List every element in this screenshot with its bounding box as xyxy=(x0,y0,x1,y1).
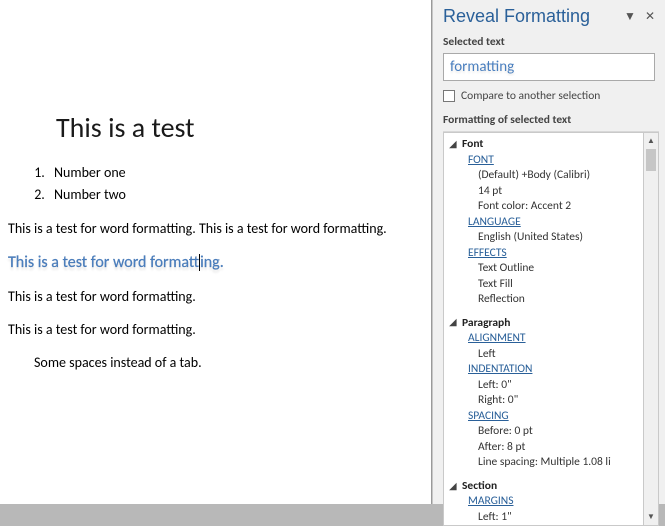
list-item[interactable]: Number one xyxy=(48,163,423,183)
indentation-link[interactable]: INDENTATION xyxy=(448,362,643,378)
font-link[interactable]: FONT xyxy=(448,153,643,169)
scroll-down-icon[interactable]: ▼ xyxy=(644,509,658,525)
numbered-list[interactable]: Number one Number two xyxy=(18,163,423,206)
tree-value: Reflection xyxy=(448,292,643,308)
tree-value: Left xyxy=(448,347,643,363)
tree-value: English (United States) xyxy=(448,230,643,246)
text-cursor xyxy=(199,254,200,271)
tree-value: After: 8 pt xyxy=(448,440,643,456)
selected-text-preview[interactable] xyxy=(443,53,655,81)
margins-link[interactable]: MARGINS xyxy=(448,494,643,510)
group-label: Paragraph xyxy=(462,316,510,332)
tree-value: Before: 0 pt xyxy=(448,424,643,440)
body-paragraph[interactable]: This is a test for word formatting. xyxy=(8,321,423,340)
selected-text-label: Selected text xyxy=(433,31,665,53)
text-run[interactable]: ing. xyxy=(200,253,224,272)
list-item[interactable]: Number two xyxy=(48,185,423,205)
panel-controls: ▼ ✕ xyxy=(623,9,657,24)
tree-value: Left: 0" xyxy=(448,378,643,394)
tree-value: 14 pt xyxy=(448,184,643,200)
tree-value: Line spacing: Multiple 1.08 li xyxy=(448,455,643,471)
heading-1[interactable]: This is a test xyxy=(56,110,423,145)
collapse-icon[interactable]: ◢ xyxy=(448,481,458,493)
group-label: Section xyxy=(462,479,497,495)
text-run[interactable]: This is a test for word formatt xyxy=(8,253,199,272)
alignment-link[interactable]: ALIGNMENT xyxy=(448,331,643,347)
tree-value: Text Fill xyxy=(448,277,643,293)
scroll-thumb[interactable] xyxy=(646,149,656,171)
panel-title: Reveal Formatting xyxy=(443,6,590,27)
scroll-up-icon[interactable]: ▲ xyxy=(644,133,658,149)
body-paragraph[interactable]: This is a test for word formatting. xyxy=(8,288,423,307)
compare-checkbox[interactable] xyxy=(443,90,455,102)
tree-value: (Default) +Body (Calibri) xyxy=(448,168,643,184)
document-page[interactable]: This is a test Number one Number two Thi… xyxy=(0,0,432,504)
reveal-formatting-panel: Reveal Formatting ▼ ✕ Selected text Comp… xyxy=(432,0,665,504)
formatting-section-label: Formatting of selected text xyxy=(433,109,665,131)
close-icon[interactable]: ✕ xyxy=(643,9,657,24)
collapse-icon[interactable]: ◢ xyxy=(448,317,458,329)
tree-value: Font color: Accent 2 xyxy=(448,199,643,215)
tree-value: Left: 1" xyxy=(448,510,643,526)
spacing-link[interactable]: SPACING xyxy=(448,409,643,425)
section-group-header[interactable]: ◢ Section xyxy=(448,477,643,495)
formatted-paragraph[interactable]: This is a test for word formatting. xyxy=(8,252,423,274)
group-label: Font xyxy=(462,137,483,153)
panel-menu-icon[interactable]: ▼ xyxy=(623,9,637,24)
vertical-scrollbar[interactable]: ▲ ▼ xyxy=(643,132,659,526)
tree-value: Text Outline xyxy=(448,261,643,277)
body-paragraph-indented[interactable]: Some spaces instead of a tab. xyxy=(34,354,423,373)
compare-row: Compare to another selection xyxy=(433,87,665,109)
body-paragraph[interactable]: This is a test for word formatting. This… xyxy=(8,220,423,239)
effects-link[interactable]: EFFECTS xyxy=(448,246,643,262)
formatting-tree: ◢ Font FONT (Default) +Body (Calibri) 14… xyxy=(443,132,643,526)
paragraph-group-header[interactable]: ◢ Paragraph xyxy=(448,314,643,332)
compare-label: Compare to another selection xyxy=(461,89,600,103)
tree-value: Right: 0" xyxy=(448,393,643,409)
panel-header: Reveal Formatting ▼ ✕ xyxy=(433,0,665,31)
font-group-header[interactable]: ◢ Font xyxy=(448,135,643,153)
language-link[interactable]: LANGUAGE xyxy=(448,215,643,231)
scroll-track[interactable] xyxy=(644,149,658,509)
collapse-icon[interactable]: ◢ xyxy=(448,139,458,151)
